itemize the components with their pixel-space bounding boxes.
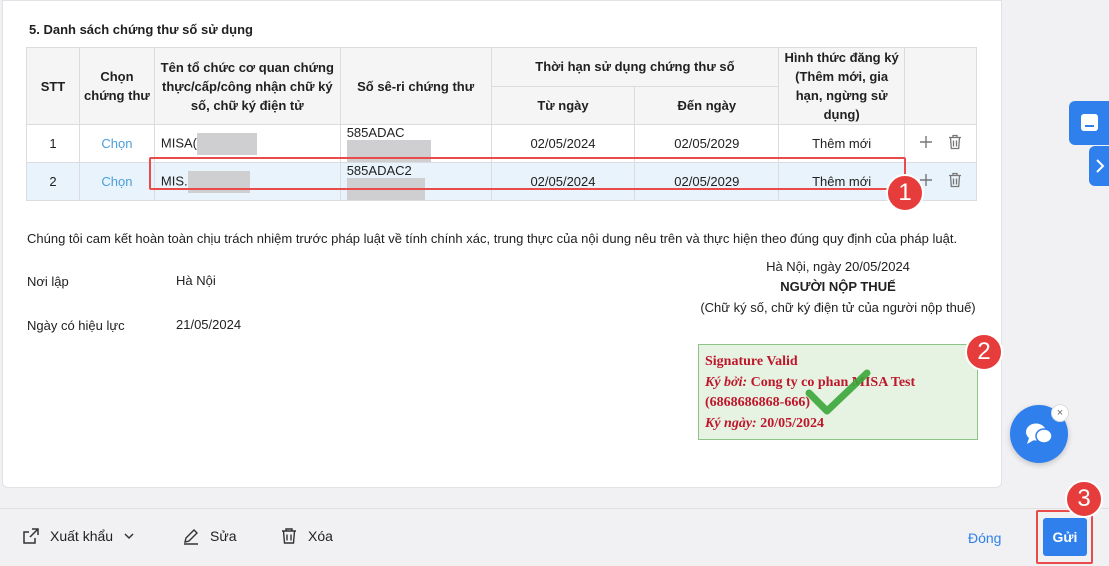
- trash-icon: [282, 528, 296, 544]
- chevron-right-icon: [1096, 159, 1105, 173]
- cell-stt: 2: [26, 162, 80, 201]
- trash-icon[interactable]: [948, 172, 962, 191]
- header-from: Từ ngày: [490, 85, 636, 125]
- signer-date-line: Hà Nội, ngày 20/05/2024: [766, 259, 910, 274]
- footer-toolbar: Xuất khẩu Sửa Xóa Đóng: [0, 508, 1109, 566]
- step-badge-2: 2: [965, 333, 1003, 371]
- close-button[interactable]: Đóng: [968, 530, 1001, 546]
- send-button[interactable]: Gửi: [1043, 518, 1087, 556]
- edit-button[interactable]: Sửa: [182, 527, 237, 545]
- effective-value: 21/05/2024: [176, 317, 242, 332]
- side-expand-button[interactable]: [1089, 146, 1109, 186]
- export-icon: [23, 528, 39, 544]
- header-serial: Số sê-ri chứng thư: [339, 47, 492, 125]
- chat-close-icon[interactable]: ×: [1051, 404, 1069, 422]
- chat-icon: [1026, 423, 1053, 444]
- header-actions: [904, 47, 977, 125]
- place-value: Hà Nội: [176, 273, 216, 288]
- trash-icon[interactable]: [948, 134, 962, 153]
- header-validity: Thời hạn sử dụng chứng thư số: [490, 47, 780, 87]
- place-label: Nơi lập: [27, 274, 69, 289]
- chevron-down-icon[interactable]: [123, 530, 135, 542]
- header-org: Tên tổ chức cơ quan chứng thực/cấp/công …: [153, 47, 341, 125]
- choose-link[interactable]: Chọn: [101, 174, 132, 189]
- header-to: Đến ngày: [634, 85, 780, 125]
- signer-title: NGƯỜI NỘP THUẾ: [780, 279, 896, 294]
- header-form: Hình thức đăng ký (Thêm mới, gia hạn, ng…: [778, 47, 906, 125]
- delete-button[interactable]: Xóa: [280, 527, 333, 545]
- cell-actions: [904, 124, 977, 163]
- checkmark-icon: [805, 369, 871, 415]
- row-highlight-box: [149, 157, 906, 190]
- export-button[interactable]: Xuất khẩu: [22, 527, 135, 545]
- signer-note: (Chữ ký số, chữ ký điện tử của người nộp…: [700, 300, 976, 315]
- header-choose: Chọn chứng thư: [78, 47, 155, 125]
- cell-stt: 1: [26, 124, 80, 163]
- pencil-icon: [184, 529, 198, 545]
- plus-icon[interactable]: [919, 135, 933, 152]
- message-icon: [1081, 114, 1098, 131]
- header-stt: STT: [26, 47, 80, 125]
- effective-label: Ngày có hiệu lực: [27, 318, 125, 333]
- commitment-text: Chúng tôi cam kết hoàn toàn chịu trách n…: [27, 231, 958, 246]
- step-badge-1: 1: [886, 174, 924, 212]
- choose-link[interactable]: Chọn: [101, 136, 132, 151]
- side-message-button[interactable]: [1069, 101, 1109, 145]
- step-badge-3: 3: [1065, 480, 1103, 518]
- digital-signature-box: Signature Valid Ký bởi: Cong ty co phan …: [698, 344, 978, 440]
- section-title: 5. Danh sách chứng thư số sử dụng: [29, 22, 253, 37]
